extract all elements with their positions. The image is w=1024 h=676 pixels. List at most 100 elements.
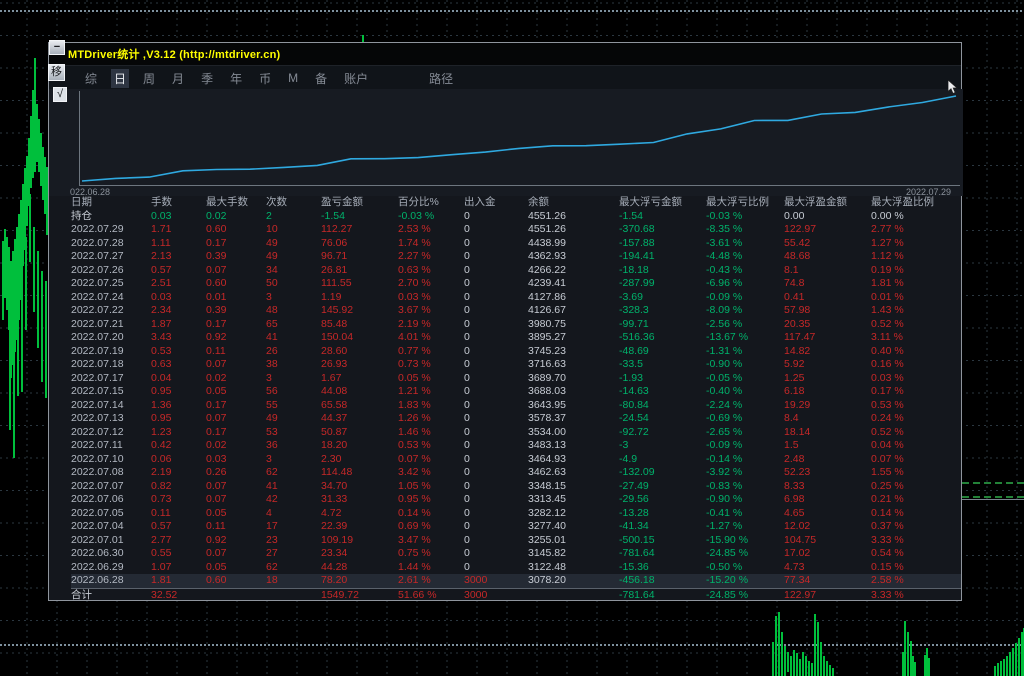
move-button[interactable]: 移 [48, 64, 65, 81]
cell: -24.54 [619, 412, 706, 426]
cell: 4 [266, 507, 321, 521]
cell: 0 [464, 372, 528, 386]
cell: 1.67 [321, 372, 398, 386]
cell: 0 [464, 210, 528, 224]
tab-日[interactable]: 日 [111, 69, 129, 88]
cell: 20.35 [784, 318, 871, 332]
cell: 0.95 [151, 412, 206, 426]
column-header: 最大手数 [206, 196, 266, 210]
cell: 2022.07.21 [71, 318, 151, 332]
cell: 3.43 [151, 331, 206, 345]
cell: 56 [266, 385, 321, 399]
tab-M[interactable]: M [285, 70, 301, 86]
cell: 0.11 [151, 507, 206, 521]
table-row: 2022.07.291.710.6010112.272.53 %04551.26… [71, 223, 961, 237]
cell: -781.64 [619, 589, 706, 603]
cell: 28.60 [321, 345, 398, 359]
table-row: 2022.07.110.420.023618.200.53 %03483.13-… [71, 439, 961, 453]
tab-季[interactable]: 季 [198, 69, 216, 88]
cell: 51.66 % [398, 589, 464, 603]
cell: 0.06 [151, 453, 206, 467]
cell: 2022.07.19 [71, 345, 151, 359]
cell: -15.90 % [706, 534, 784, 548]
cell: 77.34 [784, 574, 871, 588]
cell: 1.19 [321, 291, 398, 305]
column-header: 最大浮盈金额 [784, 196, 871, 210]
cell: 0.57 [151, 264, 206, 278]
cell: 0.03 % [871, 372, 961, 386]
table-row: 2022.06.281.810.601878.202.61 %30003078.… [71, 574, 961, 588]
tab-周[interactable]: 周 [140, 69, 158, 88]
cell: 2022.07.27 [71, 250, 151, 264]
cell: 49 [266, 250, 321, 264]
cell: -4.48 % [706, 250, 784, 264]
cell: 1.81 % [871, 277, 961, 291]
cell: 78.20 [321, 574, 398, 588]
minimize-button[interactable]: − [49, 40, 65, 55]
cell: 0.16 % [871, 358, 961, 372]
cell: 26 [266, 345, 321, 359]
cell: 0.60 [206, 574, 266, 588]
cell: 0 [464, 237, 528, 251]
cell: 2022.07.10 [71, 453, 151, 467]
cell: -29.56 [619, 493, 706, 507]
cell: 3.67 % [398, 304, 464, 318]
equity-curve [82, 96, 956, 181]
cell: 0 [464, 345, 528, 359]
cell: -0.41 % [706, 507, 784, 521]
cell: 0.63 % [398, 264, 464, 278]
cell: 3534.00 [528, 426, 619, 440]
confirm-button[interactable]: √ [53, 87, 67, 102]
cell: 34.70 [321, 480, 398, 494]
cell: 2022.06.30 [71, 547, 151, 561]
cell: -1.27 % [706, 520, 784, 534]
cell: 0.25 % [871, 480, 961, 494]
cell: 0.57 [151, 520, 206, 534]
cell: 4551.26 [528, 210, 619, 224]
table-row: 2022.07.170.040.0231.670.05 %03689.70-1.… [71, 372, 961, 386]
cell: 2 [266, 210, 321, 224]
cell: 0.07 % [871, 453, 961, 467]
cell: 3483.13 [528, 439, 619, 453]
panel-title: MTDriver统计 ,V3.12 (http://mtdriver.cn) [68, 46, 280, 62]
stats-table: 日期手数最大手数次数盈亏金额百分比%出入金余额最大浮亏金额最大浮亏比例最大浮盈金… [49, 196, 961, 600]
panel-titlebar[interactable]: MTDriver统计 ,V3.12 (http://mtdriver.cn) [49, 43, 961, 66]
cell: 0.01 [206, 291, 266, 305]
cell: 2022.07.08 [71, 466, 151, 480]
cell: 26.81 [321, 264, 398, 278]
cell: 2.58 % [871, 574, 961, 588]
tab-综[interactable]: 综 [82, 69, 100, 88]
cell: 0.00 % [871, 210, 961, 224]
cell: 4.72 [321, 507, 398, 521]
tab-年[interactable]: 年 [227, 69, 245, 88]
cell: -3 [619, 439, 706, 453]
cell: 1.44 % [398, 561, 464, 575]
cell: 18.20 [321, 439, 398, 453]
cell: -13.67 % [706, 331, 784, 345]
cell: -0.90 % [706, 493, 784, 507]
tab-币[interactable]: 币 [256, 69, 274, 88]
cell: 2022.07.07 [71, 480, 151, 494]
cell: 3282.12 [528, 507, 619, 521]
cell: 3643.95 [528, 399, 619, 413]
tab-月[interactable]: 月 [169, 69, 187, 88]
cell: -92.72 [619, 426, 706, 440]
cell: 1.25 [784, 372, 871, 386]
cell: -6.96 % [706, 277, 784, 291]
tab-备[interactable]: 备 [312, 69, 330, 88]
cell: 2.48 [784, 453, 871, 467]
cell: -3.61 % [706, 237, 784, 251]
cell: -0.03 % [398, 210, 464, 224]
cell: -27.49 [619, 480, 706, 494]
cell: 1.36 [151, 399, 206, 413]
cell: -516.36 [619, 331, 706, 345]
cell: 2.13 [151, 250, 206, 264]
cell: 2.53 % [398, 223, 464, 237]
cell: 0.07 [206, 358, 266, 372]
cell: 2.19 [151, 466, 206, 480]
tab-账户[interactable]: 账户 [341, 69, 371, 88]
cell: 0 [464, 520, 528, 534]
cell: 3000 [464, 574, 528, 588]
cell: 0.14 % [398, 507, 464, 521]
tab-路径[interactable]: 路径 [426, 69, 456, 88]
